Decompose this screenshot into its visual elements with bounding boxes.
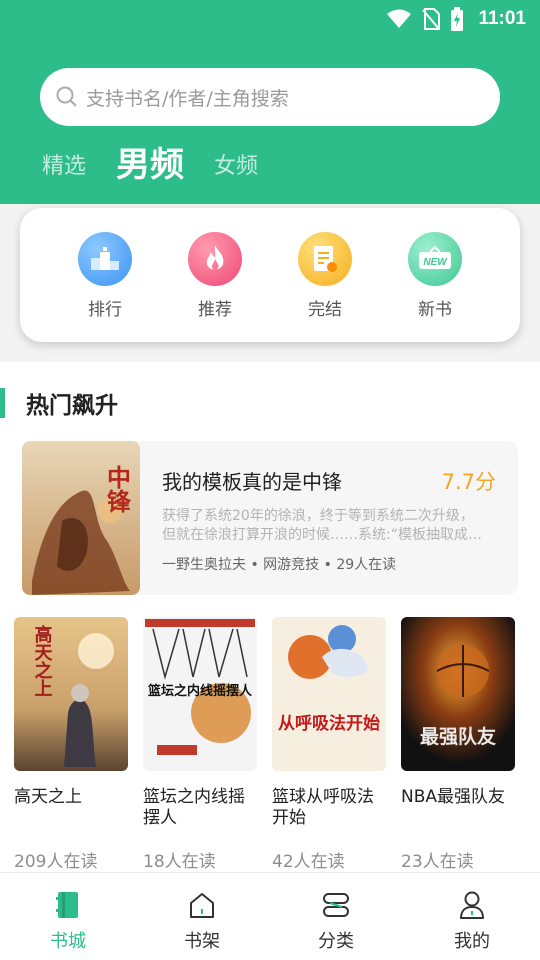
bottom-nav: 书城 书架 分类 我的	[0, 872, 540, 960]
quick-link-completed-label: 完结	[308, 300, 342, 320]
book-item[interactable]: 篮坛之内线摇摆人 篮坛之内线摇摆人 18人在读	[143, 617, 259, 872]
book-readers: 42人在读	[272, 852, 345, 872]
nav-bookstore-label: 书城	[50, 931, 86, 952]
featured-desc-line1: 获得了系统20年的徐浪，终于等到系统二次升级，	[162, 508, 474, 524]
nav-profile-label: 我的	[454, 931, 490, 952]
book-readers: 23人在读	[401, 852, 474, 872]
nav-bookstore[interactable]: 书城	[28, 889, 108, 953]
battery-charging-icon	[451, 7, 464, 31]
wifi-icon	[387, 9, 412, 28]
nav-bookshelf[interactable]: 书架	[162, 889, 242, 953]
book-cover[interactable]: 从呼吸法开始	[272, 617, 386, 771]
book-readers: 209人在读	[14, 852, 98, 872]
featured-cover-title: 中锋	[103, 465, 132, 514]
quick-link-completed[interactable]: 完结	[293, 232, 357, 320]
quick-link-new-books[interactable]: NEW 新书	[403, 232, 467, 320]
section-accent-bar	[0, 388, 5, 418]
new-badge-icon: NEW	[408, 232, 462, 286]
channel-tabs: 精选 男频 女频	[42, 138, 258, 188]
nav-category-label: 分类	[318, 931, 354, 952]
search-placeholder: 支持书名/作者/主角搜索	[86, 87, 289, 110]
featured-book-card[interactable]: 中锋 我的模板真的是中锋 7.7分 获得了系统20年的徐浪，终于等到系统二次升级…	[22, 441, 518, 595]
section-title: 热门飙升	[26, 393, 118, 419]
flame-icon	[188, 232, 242, 286]
featured-desc-line2: 但就在徐浪打算开浪的时候……系统:“模板抽取成…	[162, 527, 482, 543]
book-item[interactable]: 从呼吸法开始 篮球从呼吸法开始 42人在读	[272, 617, 388, 872]
book-cover-title: 高天之上	[32, 624, 53, 697]
featured-book-score: 7.7分	[441, 470, 496, 494]
book-cover-title: 从呼吸法开始	[278, 713, 380, 734]
category-icon	[296, 889, 376, 921]
ranking-icon	[78, 232, 132, 286]
book-cover[interactable]: 篮坛之内线摇摆人	[143, 617, 257, 771]
book-readers: 18人在读	[143, 852, 216, 872]
status-bar: 11:01	[386, 6, 526, 32]
book-cover-title: 篮坛之内线摇摆人	[147, 683, 253, 699]
nav-category[interactable]: 分类	[296, 889, 376, 953]
quick-link-new-books-label: 新书	[418, 300, 452, 320]
book-title: 篮坛之内线摇摆人	[143, 787, 245, 828]
book-title: 高天之上	[14, 787, 82, 807]
book-item[interactable]: 高天之上 高天之上 209人在读	[14, 617, 130, 872]
bookshelf-icon	[162, 889, 242, 921]
quick-link-recommend[interactable]: 推荐	[183, 232, 247, 320]
featured-book-cover[interactable]: 中锋	[22, 441, 140, 595]
profile-icon	[432, 889, 512, 921]
book-cover[interactable]: 高天之上	[14, 617, 128, 771]
quick-links-card: 排行 推荐 完结 NEW 新书	[20, 208, 520, 342]
new-badge-text: NEW	[423, 257, 448, 268]
tab-male[interactable]: 男频	[116, 137, 184, 188]
nav-profile[interactable]: 我的	[432, 889, 512, 953]
quick-link-ranking-label: 排行	[88, 300, 122, 320]
tab-female[interactable]: 女频	[214, 148, 258, 188]
app-header: 11:01 支持书名/作者/主角搜索 精选 男频 女频	[0, 0, 540, 204]
featured-book-meta: 一野生奥拉夫 • 网游竞技 • 29人在读	[162, 557, 397, 573]
book-cover-title: 最强队友	[420, 725, 496, 748]
quick-link-ranking[interactable]: 排行	[73, 232, 137, 320]
book-cover[interactable]: 最强队友	[401, 617, 515, 771]
book-item[interactable]: 最强队友 NBA最强队友 23人在读	[401, 617, 517, 872]
tab-featured[interactable]: 精选	[42, 148, 86, 188]
bookstore-icon	[28, 889, 108, 921]
book-title: NBA最强队友	[401, 787, 506, 807]
quick-link-recommend-label: 推荐	[198, 300, 232, 320]
featured-book-title: 我的模板真的是中锋	[162, 470, 342, 494]
search-icon	[56, 86, 77, 107]
no-sim-icon	[422, 8, 441, 30]
search-input[interactable]: 支持书名/作者/主角搜索	[40, 68, 500, 126]
book-title: 篮球从呼吸法开始	[272, 787, 374, 828]
document-icon	[298, 232, 352, 286]
featured-book-description: 获得了系统20年的徐浪，终于等到系统二次升级， 但就在徐浪打算开浪的时候……系统…	[162, 507, 498, 545]
clock: 11:01	[478, 8, 526, 29]
nav-bookshelf-label: 书架	[184, 931, 220, 952]
